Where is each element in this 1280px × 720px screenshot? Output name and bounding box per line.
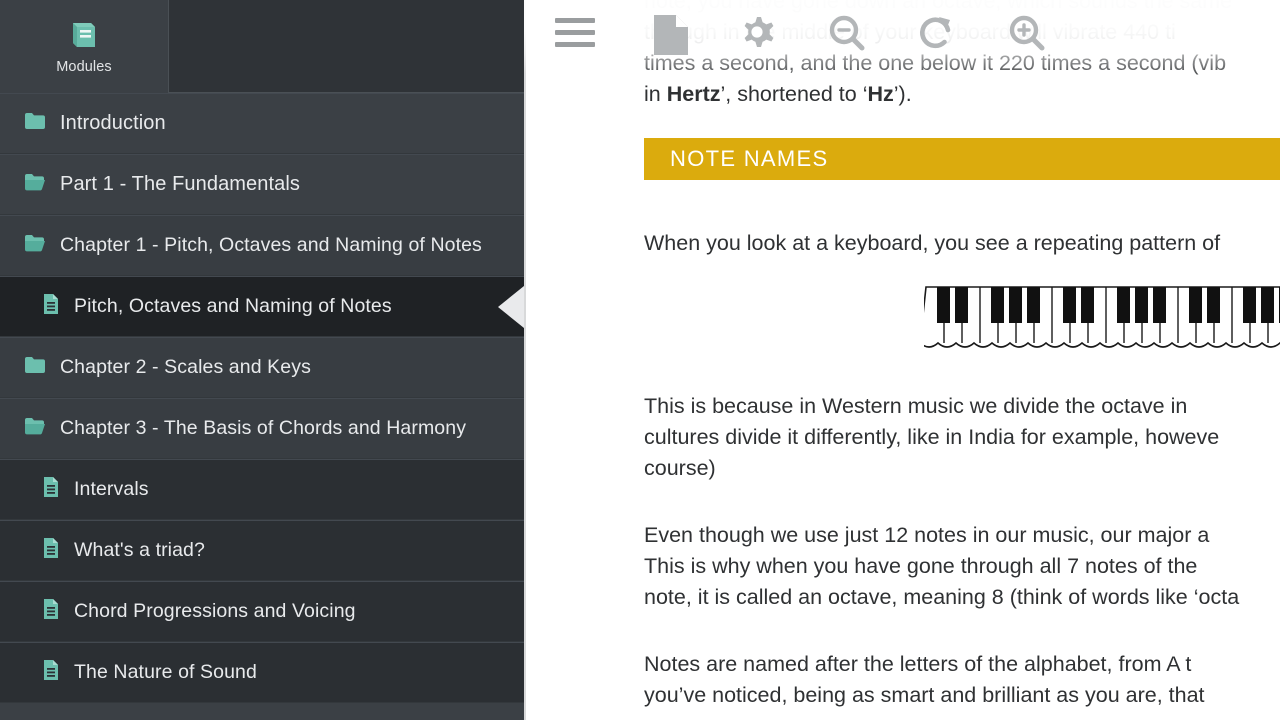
hz-bold: Hz [867, 82, 894, 106]
modules-button[interactable]: Modules [0, 0, 168, 93]
paragraph-line: This is because in Western music we divi… [644, 394, 1188, 418]
sidebar-item-chord-progressions-and-voicing[interactable]: Chord Progressions and Voicing [0, 581, 524, 642]
app-root: Modules Introduction Part 1 - The Fundam… [0, 0, 1280, 720]
folder-open-icon [24, 173, 46, 196]
hertz-pre: in [644, 82, 667, 106]
sidebar-header: Modules [0, 0, 524, 93]
book-icon [66, 19, 102, 53]
sidebar-item-chapter-1[interactable]: Chapter 1 - Pitch, Octaves and Naming of… [0, 215, 524, 276]
paragraph-western-music: This is because in Western music we divi… [644, 391, 1280, 484]
hamburger-bar [555, 30, 595, 35]
folder-closed-icon [24, 112, 46, 135]
hamburger-bar [555, 18, 595, 23]
reader-content: note, you have gone down an octave, whic… [524, 0, 1280, 720]
paragraph-twelve-notes: Even though we use just 12 notes in our … [644, 520, 1280, 613]
sidebar-item-label: Part 1 - The Fundamentals [60, 173, 301, 195]
document-icon [42, 537, 60, 564]
sidebar-item-label: Chord Progressions and Voicing [74, 600, 356, 622]
sidebar-item-label: Chapter 3 - The Basis of Chords and Harm… [60, 417, 467, 439]
folder-open-icon [24, 234, 46, 257]
sidebar-item-intervals[interactable]: Intervals [0, 459, 524, 520]
paragraph-line: Notes are named after the letters of the… [644, 652, 1192, 676]
sidebar-header-panel [168, 0, 524, 93]
paragraph-line: cultures divide it differently, like in … [644, 425, 1220, 449]
paragraph-line: course) [644, 456, 716, 480]
selected-item-pointer [498, 285, 524, 328]
hertz-mid: ’, shortened to ‘ [720, 82, 868, 106]
zoom-in-icon[interactable] [1005, 12, 1049, 63]
hertz-post: ’). [893, 82, 912, 106]
paragraph-line: note, it is called an octave, meaning 8 … [644, 585, 1240, 609]
paragraph-line: you’ve noticed, being as smart and brill… [644, 683, 1205, 707]
lesson-document: note, you have gone down an octave, whic… [524, 0, 1280, 711]
sidebar-divider [524, 0, 526, 720]
sidebar-item-label: Chapter 2 - Scales and Keys [60, 356, 311, 378]
document-icon [42, 293, 60, 320]
sidebar-item-part-1[interactable]: Part 1 - The Fundamentals [0, 154, 524, 215]
document-icon [42, 476, 60, 503]
refresh-icon[interactable] [915, 12, 959, 63]
paragraph-line: Even though we use just 12 notes in our … [644, 523, 1210, 547]
hamburger-menu-icon[interactable] [555, 18, 595, 48]
section-heading-note-names: NOTE NAMES [644, 138, 1280, 180]
document-icon [42, 659, 60, 686]
sidebar-item-label: Chapter 1 - Pitch, Octaves and Naming of… [60, 234, 482, 256]
paragraph-keyboard-intro: When you look at a keyboard, you see a r… [644, 231, 1221, 255]
document-icon [42, 598, 60, 625]
sidebar-item-label: The Nature of Sound [74, 661, 257, 683]
modules-sidebar: Modules Introduction Part 1 - The Fundam… [0, 0, 524, 720]
paragraph-line: This is why when you have gone through a… [644, 554, 1198, 578]
folder-closed-icon [24, 356, 46, 379]
folder-open-icon [24, 417, 46, 440]
hamburger-bar [555, 42, 595, 47]
hertz-bold: Hertz [666, 82, 721, 106]
section-heading-label: NOTE NAMES [670, 146, 829, 171]
gear-icon[interactable] [735, 12, 779, 63]
sidebar-item-label: Introduction [60, 112, 166, 134]
sidebar-item-chapter-3[interactable]: Chapter 3 - The Basis of Chords and Harm… [0, 398, 524, 459]
sidebar-item-label: Pitch, Octaves and Naming of Notes [74, 295, 392, 317]
sidebar-item-pitch-octaves-naming-of-notes[interactable]: Pitch, Octaves and Naming of Notes [0, 276, 524, 337]
zoom-out-icon[interactable] [825, 12, 869, 63]
document-icon[interactable] [650, 12, 692, 63]
paragraph-note-letters: Notes are named after the letters of the… [644, 649, 1280, 711]
sidebar-item-label: What's a triad? [74, 539, 205, 561]
piano-keyboard-diagram [919, 285, 1280, 355]
sidebar-item-the-nature-of-sound[interactable]: The Nature of Sound [0, 642, 524, 703]
hertz-line: in Hertz’, shortened to ‘Hz’). [644, 79, 1280, 110]
modules-button-label: Modules [56, 58, 112, 75]
sidebar-item-whats-a-triad[interactable]: What's a triad? [0, 520, 524, 581]
sidebar-item-chapter-2[interactable]: Chapter 2 - Scales and Keys [0, 337, 524, 398]
sidebar-item-introduction[interactable]: Introduction [0, 93, 524, 154]
modules-nav-list: Introduction Part 1 - The Fundamentals C… [0, 93, 524, 703]
sidebar-item-label: Intervals [74, 478, 149, 500]
